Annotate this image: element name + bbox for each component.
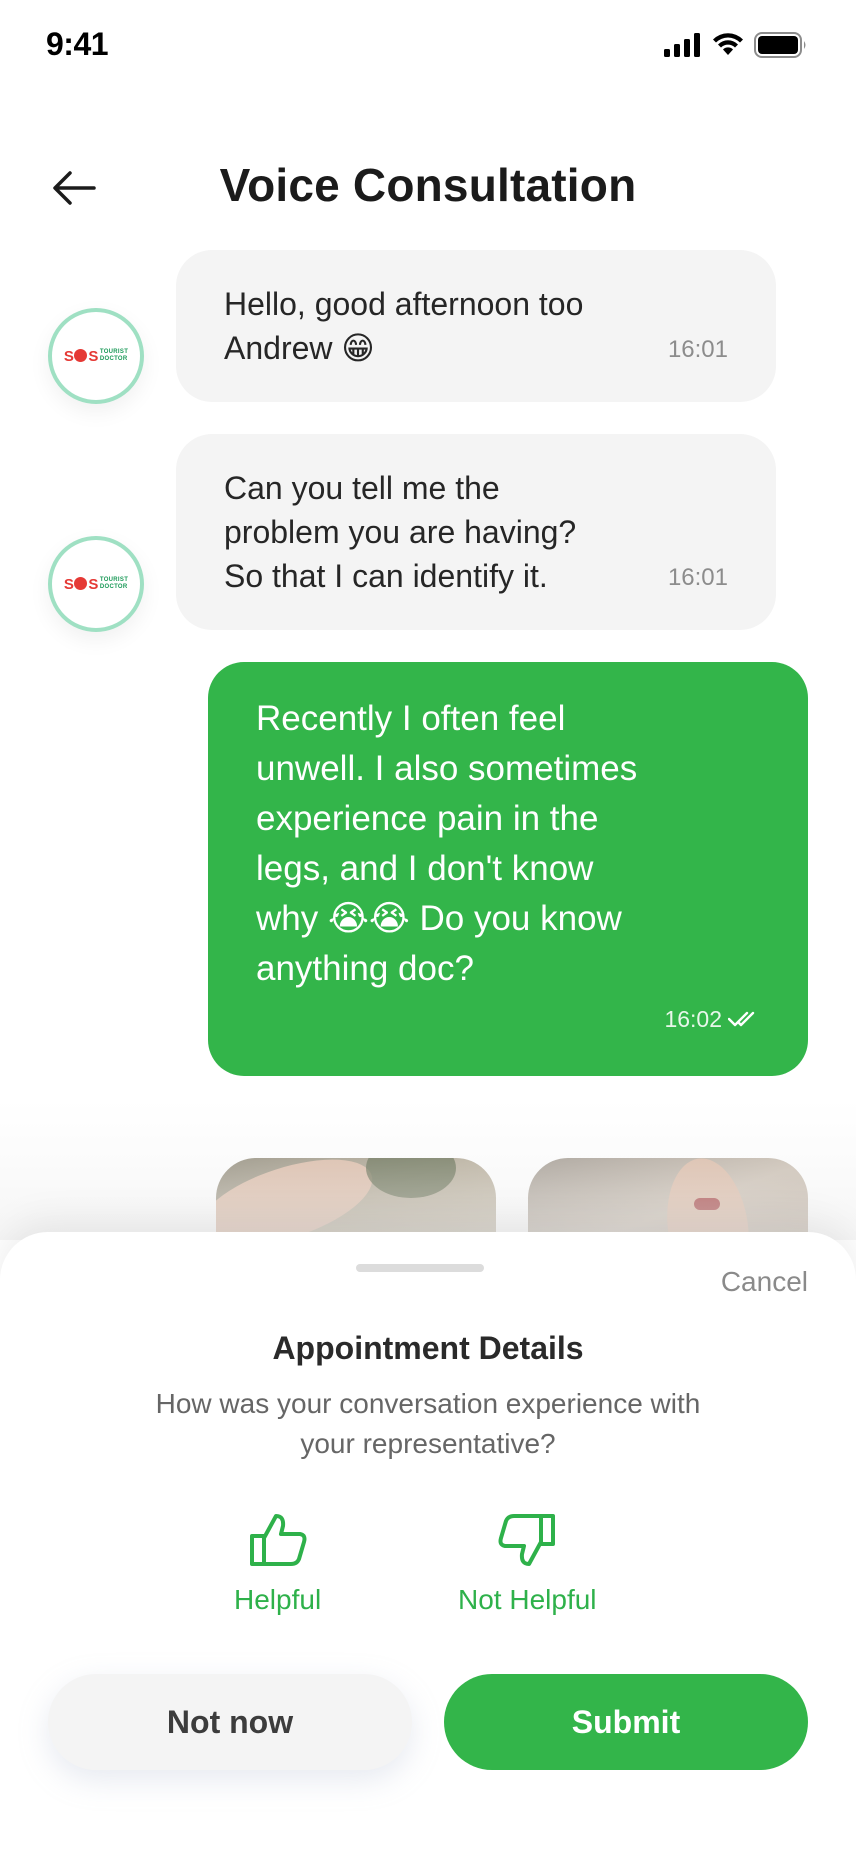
helpful-option[interactable]: Helpful xyxy=(234,1512,321,1616)
not-helpful-option[interactable]: Not Helpful xyxy=(458,1512,597,1616)
status-bar: 9:41 xyxy=(0,0,856,90)
helpful-label: Helpful xyxy=(234,1584,322,1615)
scroll-fade xyxy=(0,1100,856,1240)
sheet-title: Appointment Details xyxy=(272,1330,584,1366)
thumbs-down-icon xyxy=(498,1514,556,1566)
status-icons xyxy=(664,32,808,58)
message-status: 16:02 xyxy=(664,994,760,1044)
cancel-button[interactable]: Cancel xyxy=(721,1266,808,1298)
message-time: 16:01 xyxy=(667,336,728,363)
page-title: Voice Consultation xyxy=(219,159,637,211)
sheet-subtitle: How was your conversation experience wit… xyxy=(155,1388,701,1459)
message-bubble-outgoing[interactable]: Recently I often feel unwell. I also som… xyxy=(208,662,808,1076)
sheet-grabber[interactable] xyxy=(356,1264,484,1272)
double-check-icon xyxy=(728,1011,755,1027)
thumbs-up-icon xyxy=(249,1514,307,1566)
message-text: Recently I often feel unwell. I also som… xyxy=(256,699,638,988)
doctor-avatar[interactable]: SS TOURIST DOCTOR xyxy=(48,308,144,404)
message-text: Hello, good afternoon too Andrew 😁 xyxy=(224,286,584,366)
submit-button[interactable]: Submit xyxy=(444,1674,808,1770)
brand-logo: SS TOURIST DOCTOR xyxy=(63,575,129,593)
screen: 9:41 Voice Consultation S S TOURIST DOCT… xyxy=(0,0,856,1852)
status-time: 9:41 xyxy=(46,26,109,62)
feedback-sheet: Cancel Appointment Details How was your … xyxy=(0,1232,856,1852)
message-bubble-incoming[interactable]: Can you tell me the problem you are havi… xyxy=(176,434,776,630)
message-time: 16:02 xyxy=(664,1006,722,1032)
wifi-icon xyxy=(713,33,743,55)
brand-logo: SS TOURIST DOCTOR xyxy=(63,347,129,365)
doctor-avatar[interactable]: SS TOURIST DOCTOR xyxy=(48,536,144,632)
signal-icon xyxy=(664,33,700,57)
not-helpful-label: Not Helpful xyxy=(458,1584,597,1615)
message-text: Can you tell me the problem you are havi… xyxy=(224,470,577,594)
not-now-button[interactable]: Not now xyxy=(48,1674,412,1770)
header: Voice Consultation xyxy=(0,140,856,236)
message-time: 16:01 xyxy=(667,564,728,591)
message-bubble-incoming[interactable]: Hello, good afternoon too Andrew 😁 16:01 xyxy=(176,250,776,402)
battery-icon xyxy=(754,32,806,58)
